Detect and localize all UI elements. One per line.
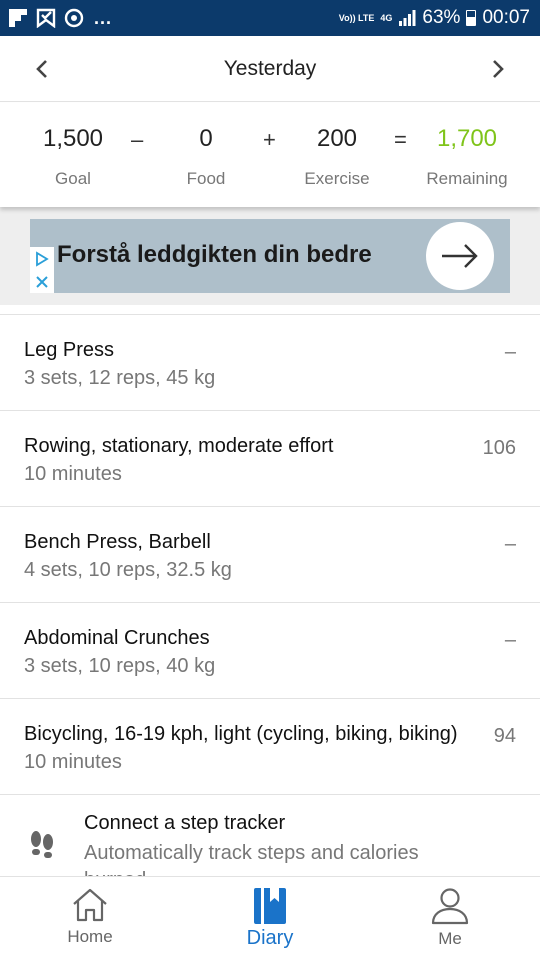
remaining-label: Remaining xyxy=(426,169,508,188)
exercise-name: Abdominal Crunches xyxy=(24,627,210,649)
exercise-calories: – xyxy=(504,533,516,555)
ad-area: Forstå leddgikten din bedre xyxy=(0,207,540,305)
tab-diary-label: Diary xyxy=(246,927,294,949)
tab-home[interactable]: Home xyxy=(0,877,180,960)
volte-indicator: Vo)) LTE xyxy=(338,12,375,23)
sync-icon xyxy=(64,8,84,28)
remaining-value: 1,700 xyxy=(436,125,498,152)
exercise-row-rowing[interactable]: Rowing, stationary, moderate effort 10 m… xyxy=(0,411,540,507)
exercise-name: Bicycling, 16-19 kph, light (cycling, bi… xyxy=(24,723,458,745)
battery-icon xyxy=(466,10,477,26)
calories-summary[interactable]: 1,500 Goal – 0 Food + 200 Exercise = 1,7… xyxy=(0,103,540,207)
exercise-calories: – xyxy=(504,341,516,363)
food-column: 0 Food xyxy=(166,125,246,189)
tab-me[interactable]: Me xyxy=(360,877,540,960)
exercise-row-abdominal-crunches[interactable]: Abdominal Crunches 3 sets, 10 reps, 40 k… xyxy=(0,603,540,699)
exercise-detail: 4 sets, 10 reps, 32.5 kg xyxy=(24,559,232,581)
adchoices-icon xyxy=(36,251,49,267)
date-title[interactable]: Yesterday xyxy=(224,57,317,81)
exercise-row-leg-press[interactable]: Leg Press 3 sets, 12 reps, 45 kg – xyxy=(0,315,540,411)
step-tracker-subtitle: Automatically track steps and calories b… xyxy=(84,842,419,876)
tab-me-label: Me xyxy=(438,929,462,948)
home-icon xyxy=(73,888,107,922)
clock: 00:07 xyxy=(482,7,530,28)
next-day-button[interactable] xyxy=(483,54,513,84)
minus-operator: – xyxy=(131,127,144,152)
exercise-calories: – xyxy=(504,629,516,651)
arrow-right-icon xyxy=(442,244,478,268)
exercise-name: Bench Press, Barbell xyxy=(24,531,211,553)
ad-headline: Forstå leddgikten din bedre xyxy=(57,241,372,268)
connect-step-tracker-row[interactable]: Connect a step tracker Automatically tra… xyxy=(0,794,540,876)
goal-value: 1,500 xyxy=(42,125,104,152)
bottom-navigation: Home Diary Me xyxy=(0,876,540,960)
previous-day-button[interactable] xyxy=(27,54,57,84)
status-bar: ... Vo)) LTE 4G 63% 00:07 xyxy=(0,0,540,36)
food-label: Food xyxy=(186,169,226,188)
exercise-calories: 106 xyxy=(482,437,516,459)
exercise-detail: 10 minutes xyxy=(24,751,122,773)
remaining-column: 1,700 Remaining xyxy=(420,125,514,189)
exercise-row-bicycling[interactable]: Bicycling, 16-19 kph, light (cycling, bi… xyxy=(0,699,540,795)
chevron-left-icon xyxy=(36,60,47,78)
step-tracker-title: Connect a step tracker xyxy=(84,812,286,834)
exercise-column: 200 Exercise xyxy=(296,125,378,189)
exercise-row-bench-press[interactable]: Bench Press, Barbell 4 sets, 10 reps, 32… xyxy=(0,507,540,603)
exercise-calories: 94 xyxy=(493,725,516,747)
tab-diary[interactable]: Diary xyxy=(180,877,360,960)
exercise-label: Exercise xyxy=(304,169,370,188)
exercise-detail: 3 sets, 12 reps, 45 kg xyxy=(24,367,216,389)
exercise-value: 200 xyxy=(316,125,358,152)
network-type: 4G xyxy=(380,12,393,23)
ad-open-button[interactable] xyxy=(426,222,494,290)
person-icon xyxy=(431,888,469,925)
battery-percent: 63% xyxy=(422,7,461,28)
ad-banner[interactable]: Forstå leddgikten din bedre xyxy=(30,219,510,293)
goal-column: 1,500 Goal xyxy=(31,125,115,189)
signal-icon xyxy=(399,10,416,26)
food-value: 0 xyxy=(199,125,213,152)
close-icon[interactable] xyxy=(35,275,49,289)
diary-icon xyxy=(254,888,286,924)
equals-operator: = xyxy=(394,127,407,152)
exercise-name: Rowing, stationary, moderate effort xyxy=(24,435,334,457)
exercise-list: Leg Press 3 sets, 12 reps, 45 kg – Rowin… xyxy=(0,314,540,795)
exercise-detail: 10 minutes xyxy=(24,463,122,485)
exercise-name: Leg Press xyxy=(24,339,115,361)
tab-home-label: Home xyxy=(67,927,113,946)
flipboard-icon xyxy=(9,9,27,27)
chevron-right-icon xyxy=(493,60,504,78)
plus-operator: + xyxy=(263,127,276,152)
more-notifications-icon: ... xyxy=(94,7,113,28)
footsteps-icon xyxy=(31,831,53,858)
ad-choices[interactable] xyxy=(30,247,54,293)
exercise-detail: 3 sets, 10 reps, 40 kg xyxy=(24,655,216,677)
goal-label: Goal xyxy=(55,169,91,188)
date-header: Yesterday xyxy=(0,36,540,102)
tasks-icon xyxy=(36,8,56,28)
